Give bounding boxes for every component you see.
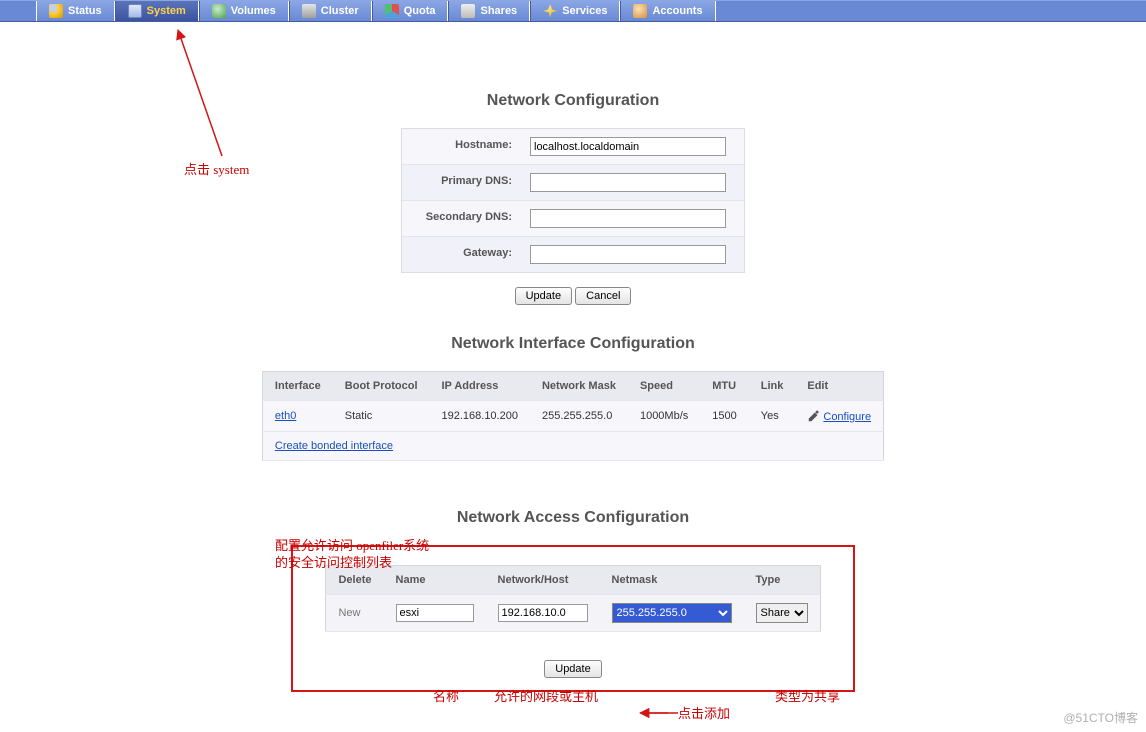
th-mask: Network Mask	[530, 372, 628, 401]
volumes-icon	[212, 4, 226, 18]
secondary-dns-input[interactable]	[530, 209, 726, 228]
hostname-input[interactable]	[530, 137, 726, 156]
tab-shares[interactable]: Shares	[448, 1, 530, 21]
access-netmask-select[interactable]: 255.255.255.0	[612, 603, 732, 623]
th-name: Name	[384, 566, 486, 595]
tab-label: Volumes	[231, 5, 276, 17]
cell-mask: 255.255.255.0	[530, 401, 628, 432]
access-host-input[interactable]	[498, 604, 588, 622]
access-type-select[interactable]: Share	[756, 603, 808, 623]
cell-boot: Static	[333, 401, 430, 432]
th-delete: Delete	[326, 566, 384, 595]
heading-interface-config: Network Interface Configuration	[36, 335, 1110, 353]
tab-label: Status	[68, 5, 102, 17]
tab-accounts[interactable]: Accounts	[620, 1, 715, 21]
tab-label: Quota	[404, 5, 436, 17]
secondary-dns-label: Secondary DNS:	[402, 201, 522, 236]
gateway-input[interactable]	[530, 245, 726, 264]
th-type: Type	[744, 566, 821, 595]
tab-label: System	[147, 5, 186, 17]
tab-quota[interactable]: Quota	[372, 1, 449, 21]
tab-cluster[interactable]: Cluster	[289, 1, 372, 21]
update-button[interactable]: Update	[515, 287, 572, 305]
create-bonded-link[interactable]: Create bonded interface	[275, 440, 393, 452]
services-icon	[543, 4, 557, 18]
tab-label: Accounts	[652, 5, 702, 17]
tab-system[interactable]: System	[115, 1, 199, 21]
access-update-button[interactable]: Update	[544, 660, 601, 678]
network-config-form: Hostname: Primary DNS: Secondary DNS: Ga…	[401, 128, 745, 273]
tab-volumes[interactable]: Volumes	[199, 1, 289, 21]
heading-access-config: Network Access Configuration	[36, 509, 1110, 527]
cell-ip: 192.168.10.200	[430, 401, 530, 432]
cell-speed: 1000Mb/s	[628, 401, 700, 432]
configure-link[interactable]: Configure	[823, 411, 871, 423]
cancel-button[interactable]: Cancel	[575, 287, 631, 305]
gateway-label: Gateway:	[402, 237, 522, 272]
watermark: @51CTO博客	[1063, 709, 1138, 726]
status-icon	[49, 4, 63, 18]
cell-new: New	[326, 595, 384, 632]
cluster-icon	[302, 4, 316, 18]
access-table: Delete Name Network/Host Netmask Type Ne…	[325, 565, 820, 632]
access-new-row: New 255.255.255.0 Share	[326, 595, 820, 632]
th-link: Link	[749, 372, 796, 401]
access-name-input[interactable]	[396, 604, 474, 622]
configure-icon	[807, 409, 821, 423]
tab-status[interactable]: Status	[36, 1, 115, 21]
th-host: Network/Host	[486, 566, 600, 595]
primary-dns-label: Primary DNS:	[402, 165, 522, 200]
page-body: Network Configuration Hostname: Primary …	[36, 42, 1110, 732]
th-boot: Boot Protocol	[333, 372, 430, 401]
cell-link: Yes	[749, 401, 796, 432]
tab-label: Cluster	[321, 5, 359, 17]
system-icon	[128, 4, 142, 18]
access-config-box: Delete Name Network/Host Netmask Type Ne…	[291, 545, 855, 692]
hostname-label: Hostname:	[402, 129, 522, 164]
tab-services[interactable]: Services	[530, 1, 620, 21]
interface-row: eth0 Static 192.168.10.200 255.255.255.0…	[262, 401, 883, 432]
accounts-icon	[633, 4, 647, 18]
shares-icon	[461, 4, 475, 18]
th-netmask: Netmask	[600, 566, 744, 595]
th-mtu: MTU	[700, 372, 748, 401]
interface-eth0-link[interactable]: eth0	[275, 410, 296, 422]
interface-table: Interface Boot Protocol IP Address Netwo…	[262, 371, 884, 461]
th-interface: Interface	[262, 372, 332, 401]
tab-label: Shares	[480, 5, 517, 17]
th-ip: IP Address	[430, 372, 530, 401]
primary-dns-input[interactable]	[530, 173, 726, 192]
tab-label: Services	[562, 5, 607, 17]
heading-network-config: Network Configuration	[36, 92, 1110, 110]
th-edit: Edit	[795, 372, 883, 401]
cell-mtu: 1500	[700, 401, 748, 432]
th-speed: Speed	[628, 372, 700, 401]
main-nav: Status System Volumes Cluster Quota Shares Ser…	[0, 0, 1146, 22]
quota-icon	[385, 4, 399, 18]
